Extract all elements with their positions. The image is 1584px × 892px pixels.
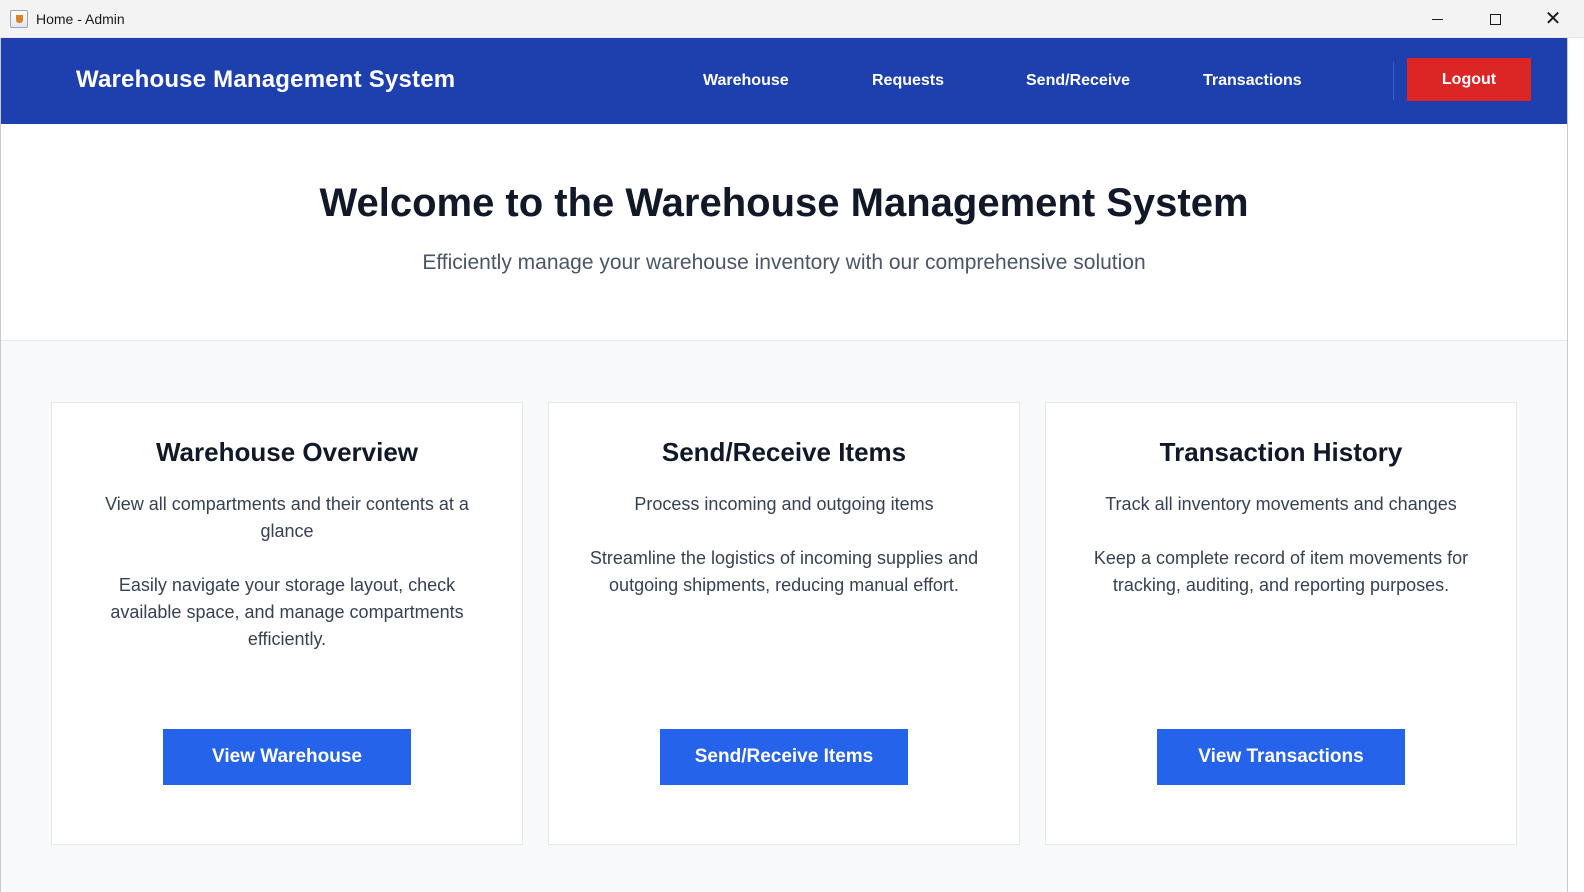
nav-link-warehouse[interactable]: Warehouse — [703, 72, 789, 90]
hero-section: Welcome to the Warehouse Management Syst… — [1, 124, 1567, 341]
brand-title: Warehouse Management System — [76, 66, 456, 93]
minimize-button[interactable] — [1408, 0, 1466, 38]
view-transactions-button[interactable]: View Transactions — [1157, 729, 1405, 785]
card-summary: Track all inventory movements and change… — [1105, 494, 1457, 514]
window-titlebar: Home - Admin ✕ — [0, 0, 1584, 38]
card-description: Track all inventory movements and change… — [1076, 491, 1486, 599]
card-detail: Streamline the logistics of incoming sup… — [589, 548, 979, 595]
close-button[interactable]: ✕ — [1524, 0, 1582, 38]
card-detail: Easily navigate your storage layout, che… — [110, 575, 464, 649]
card-summary: View all compartments and their contents… — [105, 494, 469, 541]
window-title: Home - Admin — [36, 11, 125, 27]
feature-section: Warehouse Overview View all compartments… — [1, 341, 1567, 892]
minimize-icon — [1431, 18, 1443, 20]
card-title: Send/Receive Items — [661, 437, 907, 467]
maximize-button[interactable] — [1466, 0, 1524, 38]
card-title: Transaction History — [1159, 437, 1403, 467]
logout-button[interactable]: Logout — [1407, 58, 1531, 101]
card-description: Process incoming and outgoing items Stre… — [579, 491, 989, 599]
card-transaction-history: Transaction History Track all inventory … — [1045, 402, 1517, 845]
send-receive-items-button[interactable]: Send/Receive Items — [660, 729, 908, 785]
page-subtitle: Efficiently manage your warehouse invent… — [422, 251, 1146, 274]
nav-divider — [1393, 62, 1394, 100]
nav-link-requests[interactable]: Requests — [872, 72, 944, 90]
navbar: Warehouse Management System Warehouse Re… — [1, 38, 1567, 124]
nav-link-transactions[interactable]: Transactions — [1203, 72, 1302, 90]
card-title: Warehouse Overview — [155, 437, 419, 467]
java-app-icon — [10, 10, 28, 28]
card-detail: Keep a complete record of item movements… — [1093, 548, 1469, 595]
card-summary: Process incoming and outgoing items — [634, 494, 934, 514]
card-warehouse-overview: Warehouse Overview View all compartments… — [51, 402, 523, 845]
maximize-icon — [1489, 13, 1501, 25]
page-title: Welcome to the Warehouse Management Syst… — [319, 181, 1249, 225]
close-icon: ✕ — [1544, 8, 1562, 30]
card-send-receive: Send/Receive Items Process incoming and … — [548, 402, 1020, 845]
view-warehouse-button[interactable]: View Warehouse — [163, 729, 411, 785]
nav-link-send-receive[interactable]: Send/Receive — [1026, 72, 1130, 90]
card-description: View all compartments and their contents… — [82, 491, 492, 653]
